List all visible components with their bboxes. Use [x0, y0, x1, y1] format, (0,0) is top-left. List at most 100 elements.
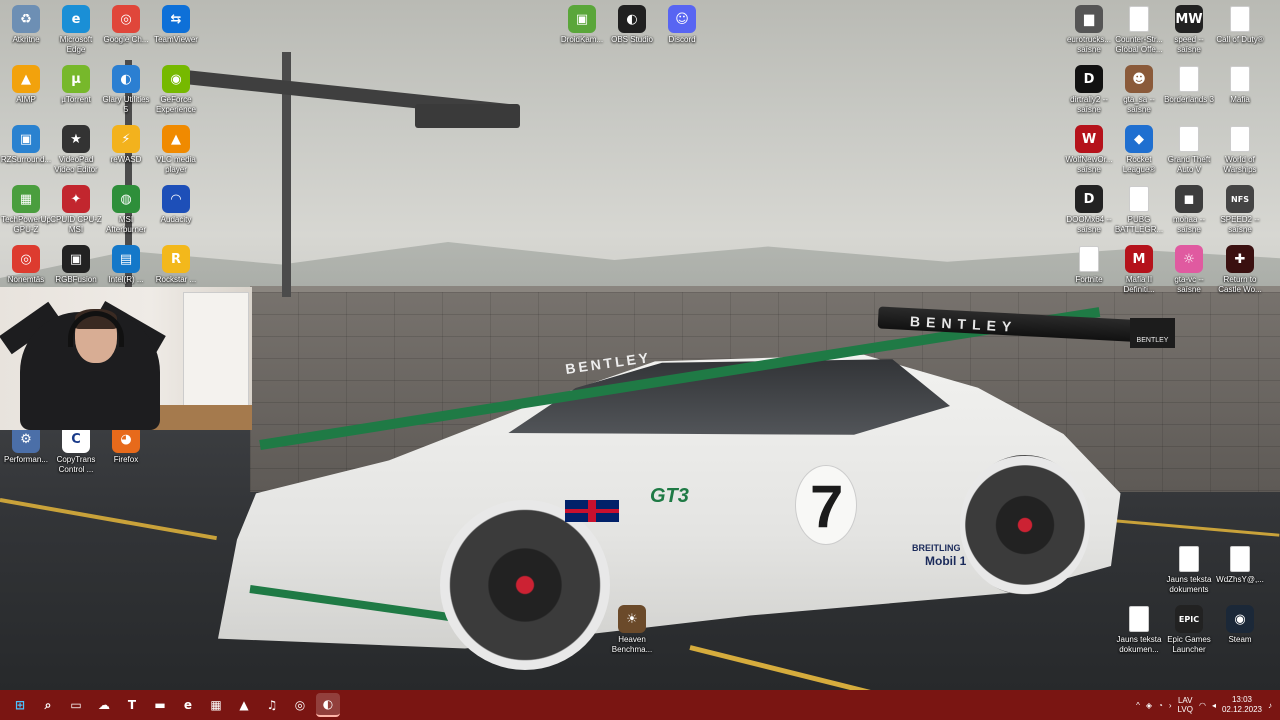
search-button[interactable]: ⌕ — [36, 693, 60, 717]
desktop-icon[interactable]: e Microsoft Edge — [50, 5, 102, 55]
desktop-icon[interactable]: ▲ AIMP — [0, 65, 52, 105]
uk-flag-decal — [565, 500, 619, 522]
desktop-icon[interactable]: ☼ gta-vc -- saīsne — [1163, 245, 1215, 295]
desktop-icon[interactable]: ▲ VLC media player — [150, 125, 202, 175]
desktop-icon[interactable]: ◐ OBS Studio — [606, 5, 658, 45]
desktop-icon-label: SPEED2 -- saīsne — [1220, 215, 1260, 234]
desktop-icon[interactable]: NFS SPEED2 -- saīsne — [1214, 185, 1266, 235]
desktop-icon-label: RZSurround... — [0, 155, 52, 164]
desktop-icon[interactable]: M Mafia II Definiti... — [1113, 245, 1165, 295]
desktop-icon[interactable]: World of Warships — [1214, 125, 1266, 175]
desktop-icon[interactable]: ☀ Heaven Benchma... — [606, 605, 658, 655]
desktop-icon[interactable]: ▤ Intel(R) ... — [100, 245, 152, 285]
desktop-icon-label: AIMP — [16, 95, 36, 104]
desktop-icon[interactable]: Jauns teksta dokumen... — [1113, 605, 1165, 655]
desktop-icon[interactable]: ◍ MSI Afterburner — [100, 185, 152, 235]
heaven-benchmark-icon: ☀ — [618, 605, 646, 633]
desktop-icon[interactable]: EPIC Epic Games Launcher — [1163, 605, 1215, 655]
weather-button[interactable]: ☁ — [92, 693, 116, 717]
obs-icon: ◐ — [618, 5, 646, 33]
desktop-icon-label: Steam — [1228, 635, 1252, 644]
desktop-icon[interactable]: ◠ Audacity — [150, 185, 202, 225]
desktop-icon-label: mohaa -- saīsne — [1172, 215, 1205, 234]
notification-bell-icon[interactable]: ♪ — [1268, 701, 1272, 710]
security-icon[interactable]: ◈ — [1146, 701, 1152, 710]
mafia2-icon: M — [1125, 245, 1153, 273]
desktop-icon[interactable]: ▣ RGBFusion — [50, 245, 102, 285]
cpuz-icon: ✦ — [62, 185, 90, 213]
desktop-icon[interactable]: ▣ DroidKam... — [556, 5, 608, 45]
language-bottom: LVQ — [1177, 705, 1193, 714]
obs-button[interactable]: ◐ — [316, 693, 340, 717]
desktop-icon-label: Intel(R) ... — [108, 275, 144, 284]
race-car-rear-wheel — [960, 455, 1090, 595]
desktop-icon[interactable]: ⚙ Performan... — [0, 425, 52, 465]
desktop-icon-label: Discord — [668, 35, 696, 44]
desktop-icon[interactable]: W WolfNewOr... saīsne — [1063, 125, 1115, 175]
text-document-icon — [1226, 545, 1254, 573]
volume-icon[interactable]: ◂ — [1212, 701, 1216, 710]
gpuz-icon: ▦ — [12, 185, 40, 213]
desktop-icon[interactable]: C CopyTrans Control ... — [50, 425, 102, 475]
doom-icon: D — [1075, 185, 1103, 213]
file-explorer-button[interactable]: ▬ — [148, 693, 172, 717]
desktop-icon[interactable]: Grand Theft Auto V — [1163, 125, 1215, 175]
desktop-icon[interactable]: ◉ Steam — [1214, 605, 1266, 645]
desktop-icon[interactable]: Fortnite — [1063, 245, 1115, 285]
desktop-icon[interactable]: ◆ Rocket League® — [1113, 125, 1165, 175]
file-page — [1129, 186, 1149, 212]
desktop-icon-label: gta_sa -- saīsne — [1123, 95, 1155, 114]
language-top: LAV — [1177, 696, 1193, 705]
rgbfusion-icon: ▣ — [62, 245, 90, 273]
edge-button[interactable]: e — [176, 693, 200, 717]
desktop-icon[interactable]: ♻ Atkritne — [0, 5, 52, 45]
glary-utilities-icon: ◐ — [112, 65, 140, 93]
desktop-icon[interactable]: ◎ Google Ch... — [100, 5, 152, 45]
file-page — [1179, 66, 1199, 92]
desktop-icon[interactable]: MW speed -- saīsne — [1163, 5, 1215, 55]
desktop-icon[interactable]: ★ VideoPad Video Editor — [50, 125, 102, 175]
desktop-icon[interactable]: D DOOMx64 -- saīsne — [1063, 185, 1115, 235]
start-button[interactable]: ⊞ — [8, 693, 32, 717]
aimp-button[interactable]: ▲ — [232, 693, 256, 717]
desktop-icon-label: CPUID CPU-Z MSI — [50, 215, 102, 234]
desktop-icon[interactable]: ☺ Discord — [656, 5, 708, 45]
chevron-right-icon[interactable]: › — [1169, 701, 1172, 710]
desktop-icon[interactable]: µ µTorrent — [50, 65, 102, 105]
steam-icon: ◉ — [1226, 605, 1254, 633]
desktop-icon[interactable]: Jauns teksta dokuments — [1163, 545, 1215, 595]
microphone-icon[interactable]: ◔ — [1158, 701, 1163, 710]
desktop-icon[interactable]: R Rockstar ... — [150, 245, 202, 285]
language-indicator[interactable]: LAV LVQ — [1178, 696, 1193, 714]
desktop-icon[interactable]: ▣ RZSurround... — [0, 125, 52, 165]
desktop-icon[interactable]: Call of Duty® — [1214, 5, 1266, 45]
desktop-icon[interactable]: WdZhsY@,... — [1214, 545, 1266, 585]
desktop-icon[interactable]: ◼ mohaa -- saīsne — [1163, 185, 1215, 235]
desktop-icon[interactable]: ◎ Nonemtās — [0, 245, 52, 285]
desktop-icon[interactable]: ◕ Firefox — [100, 425, 152, 465]
tray-overflow-button[interactable]: ^ — [1136, 701, 1140, 710]
itunes-button[interactable]: ♫ — [260, 693, 284, 717]
desktop-icon[interactable]: Mafia — [1214, 65, 1266, 105]
desktop-icon[interactable]: ✦ CPUID CPU-Z MSI — [50, 185, 102, 235]
desktop-icon[interactable]: ◐ Glary Utilities 5 — [100, 65, 152, 115]
chrome-button[interactable]: ◎ — [288, 693, 312, 717]
desktop-icon[interactable]: ⇆ TeamViewer — [150, 5, 202, 45]
desktop-icon[interactable]: ▆ eurotrucks... saīsne — [1063, 5, 1115, 55]
desktop-icon[interactable]: Counter-Str... Global Offe... — [1113, 5, 1165, 55]
desktop-icon[interactable]: ☻ gta_sa -- saīsne — [1113, 65, 1165, 115]
taskbar: ⊞ ⌕ ▭ ☁ T ▬ e ▦ ▲ ♫ ◎ ◐ ^ ◈ ◔ › LAV LVQ ◠ ◂ 13:03 0… — [0, 690, 1280, 720]
desktop-icon[interactable]: ▦ TechPowerUp GPU-Z — [0, 185, 52, 235]
desktop-icon[interactable]: ✚ Return to Castle Wo... — [1214, 245, 1266, 295]
clock[interactable]: 13:03 02.12.2023 — [1222, 695, 1262, 715]
store-button[interactable]: ▦ — [204, 693, 228, 717]
desktop-icon[interactable]: ⚡ reWASD — [100, 125, 152, 165]
desktop-icon[interactable]: ◉ GeForce Experience — [150, 65, 202, 115]
task-view-button[interactable]: ▭ — [64, 693, 88, 717]
desktop-icon[interactable]: Ddirtrally2 -- saīsne — [1063, 65, 1115, 115]
teams-button[interactable]: T — [120, 693, 144, 717]
desktop-icon[interactable]: Borderlands 3 — [1163, 65, 1215, 105]
desktop-icon-label: CopyTrans Control ... — [56, 455, 96, 474]
wifi-icon[interactable]: ◠ — [1199, 701, 1206, 710]
desktop-icon[interactable]: PUBG BATTLEGR... — [1113, 185, 1165, 235]
